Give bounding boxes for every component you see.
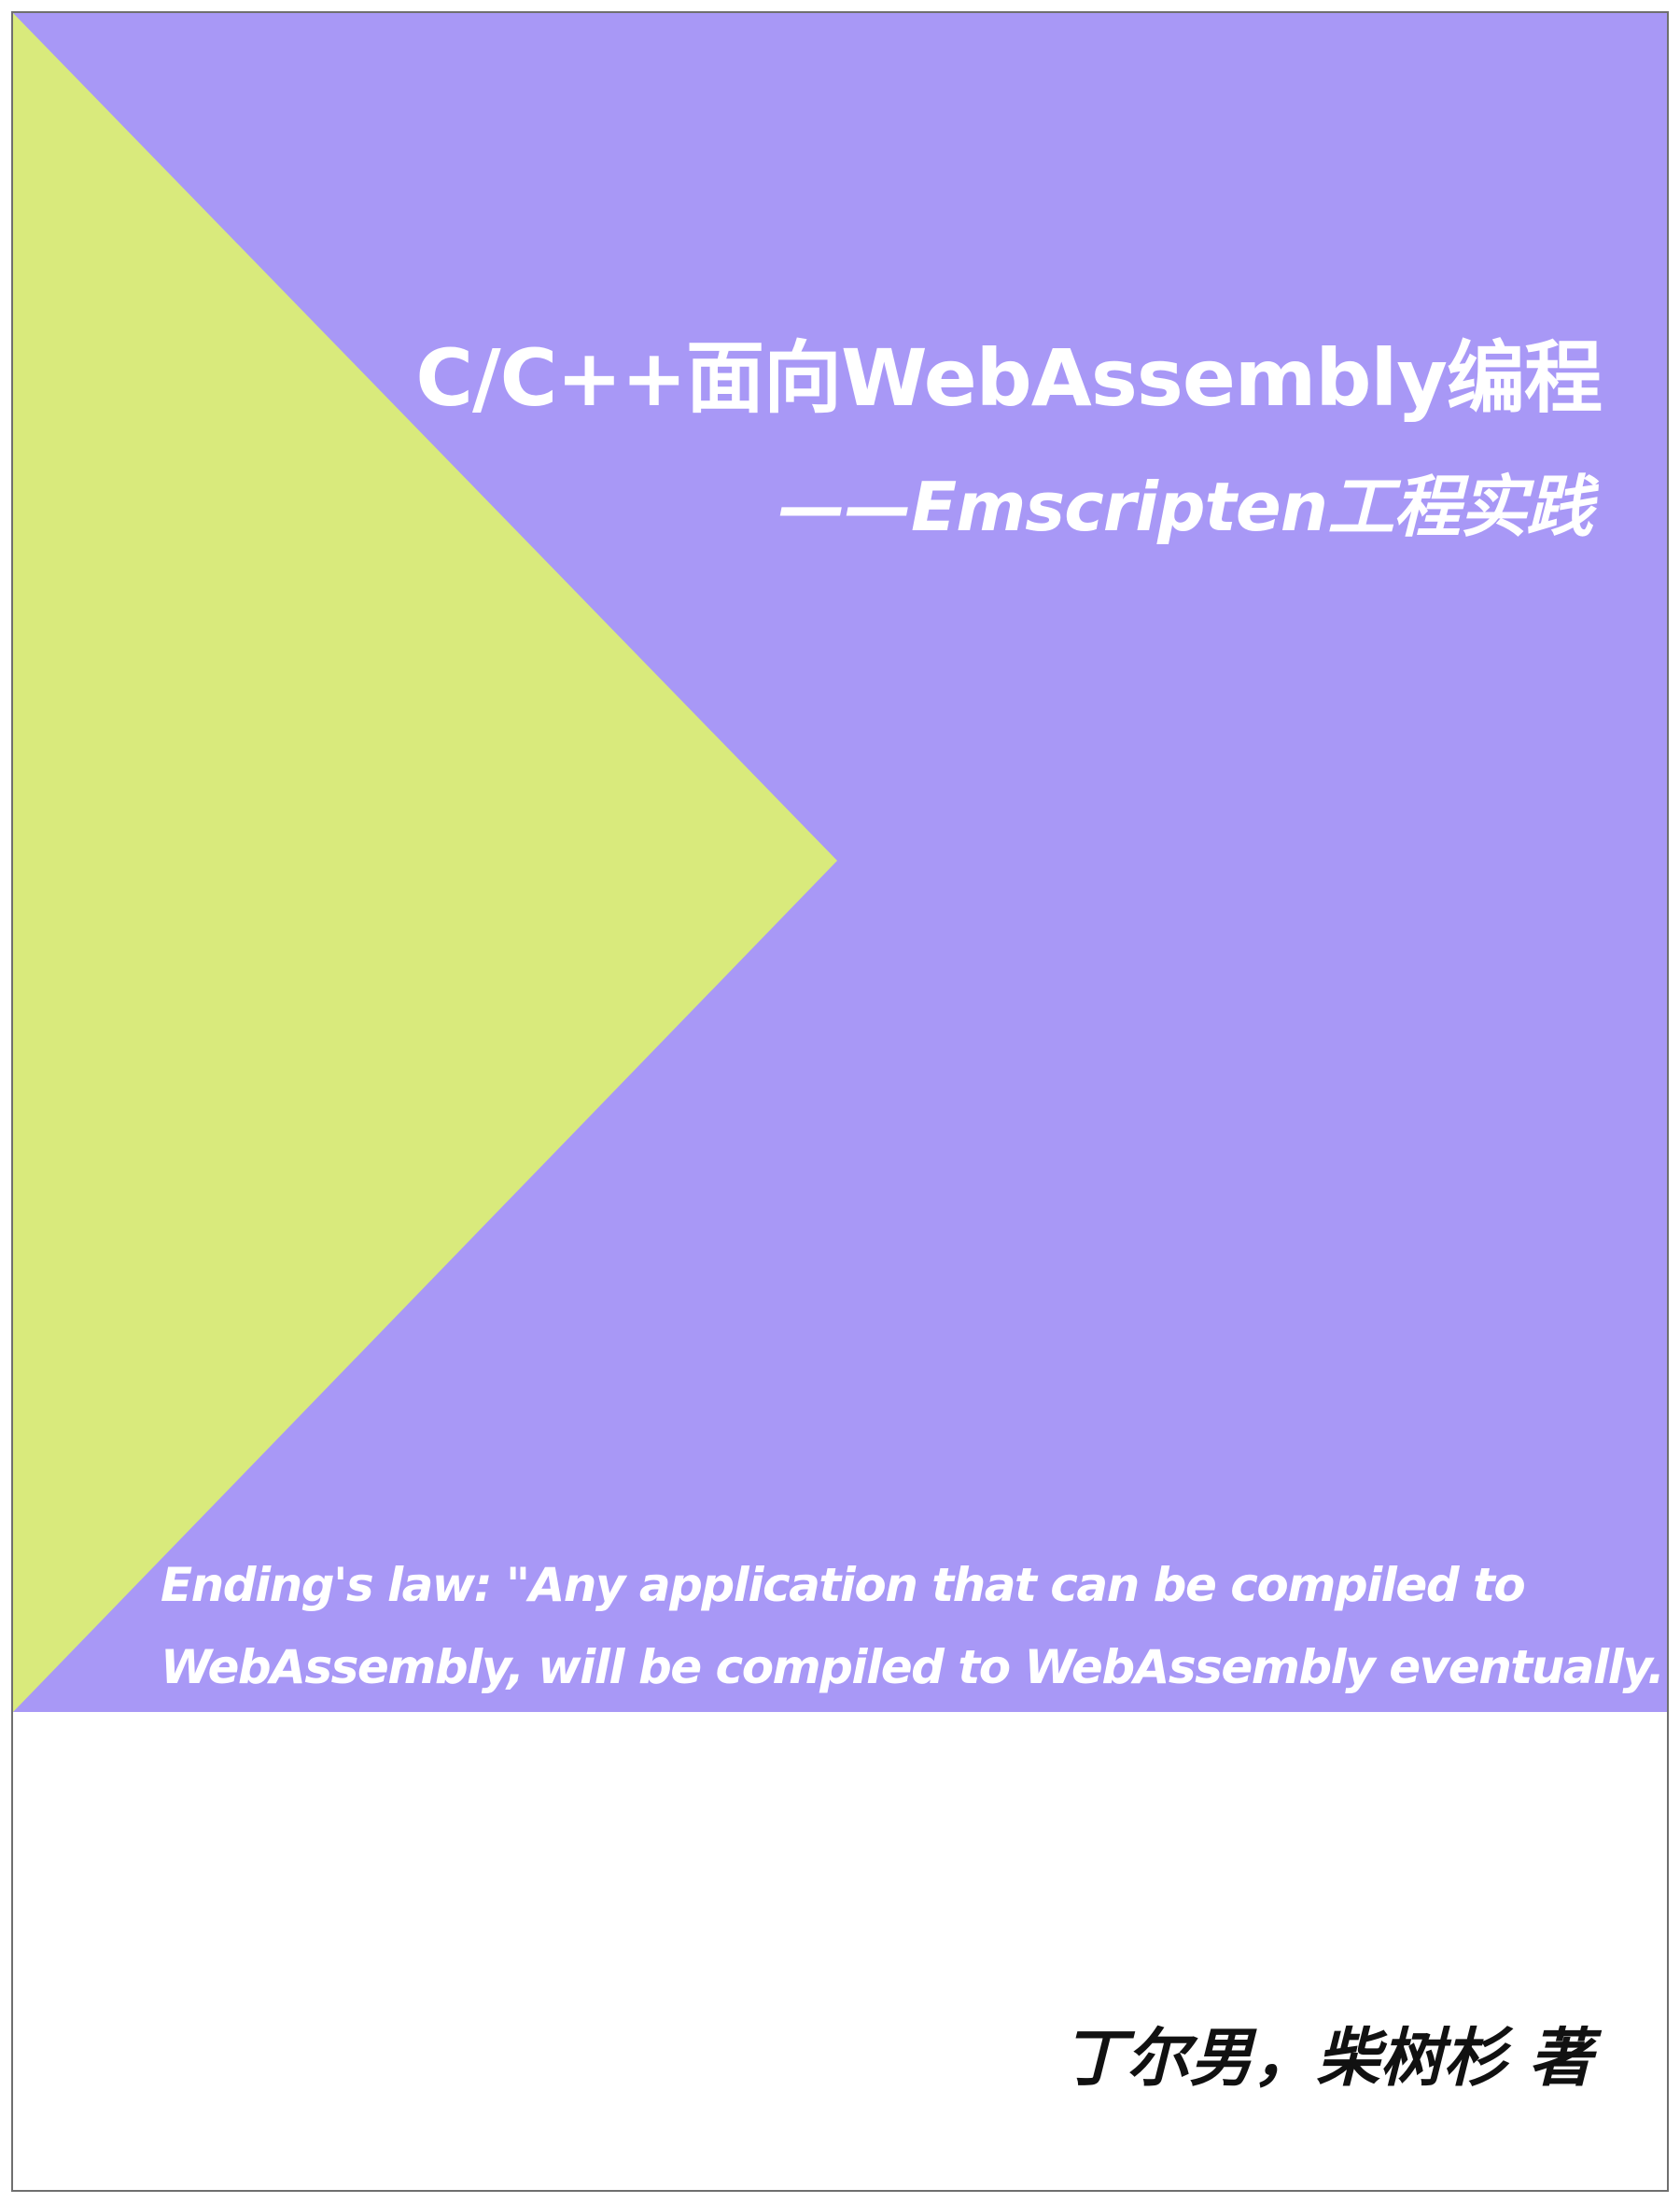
cover-art xyxy=(13,13,1667,1712)
endings-law-quote: Ending's law: "Any application that can … xyxy=(161,1544,1669,1708)
book-cover: C/C++面向WebAssembly编程 ——Emscripten工程实践 En… xyxy=(11,11,1669,2192)
book-authors: 丁尔男，柴树杉 著 xyxy=(1062,2022,1592,2096)
cover-top-band xyxy=(13,13,1667,1712)
quote-line-2: WebAssembly, will be compiled to WebAsse… xyxy=(161,1640,1669,1694)
book-title: C/C++面向WebAssembly编程 xyxy=(415,332,1603,424)
book-subtitle: ——Emscripten工程实践 xyxy=(778,468,1593,546)
quote-line-1: Ending's law: "Any application that can … xyxy=(161,1558,1526,1612)
